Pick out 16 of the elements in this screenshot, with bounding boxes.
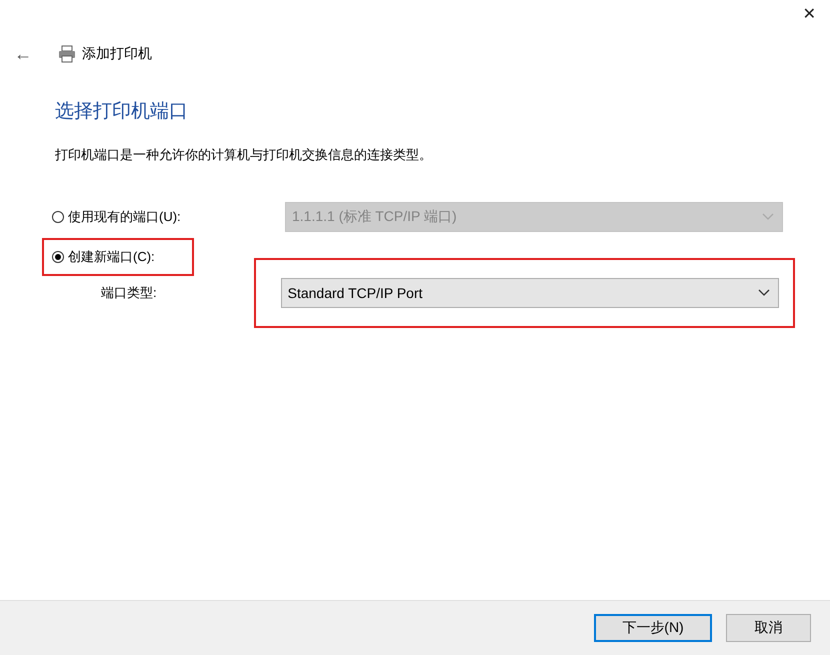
description-text: 打印机端口是一种允许你的计算机与打印机交换信息的连接类型。 <box>55 146 433 164</box>
back-button[interactable]: ← <box>14 44 48 64</box>
radio-button[interactable] <box>52 211 64 223</box>
port-type-dropdown[interactable]: Standard TCP/IP Port <box>280 278 779 308</box>
printer-icon <box>58 45 76 63</box>
next-button[interactable]: 下一步(N) <box>594 614 712 642</box>
window-title: 添加打印机 <box>82 45 152 63</box>
radio-label: 使用现有的端口(U): <box>68 208 181 226</box>
radio-label: 创建新端口(C): <box>68 248 155 266</box>
port-type-label: 端口类型: <box>101 284 157 302</box>
chevron-down-icon <box>758 289 770 297</box>
cancel-button[interactable]: 取消 <box>726 614 811 642</box>
chevron-down-icon <box>762 213 774 221</box>
close-button[interactable]: ✕ <box>802 4 816 34</box>
radio-button[interactable] <box>52 251 64 263</box>
page-heading: 选择打印机端口 <box>55 100 189 124</box>
